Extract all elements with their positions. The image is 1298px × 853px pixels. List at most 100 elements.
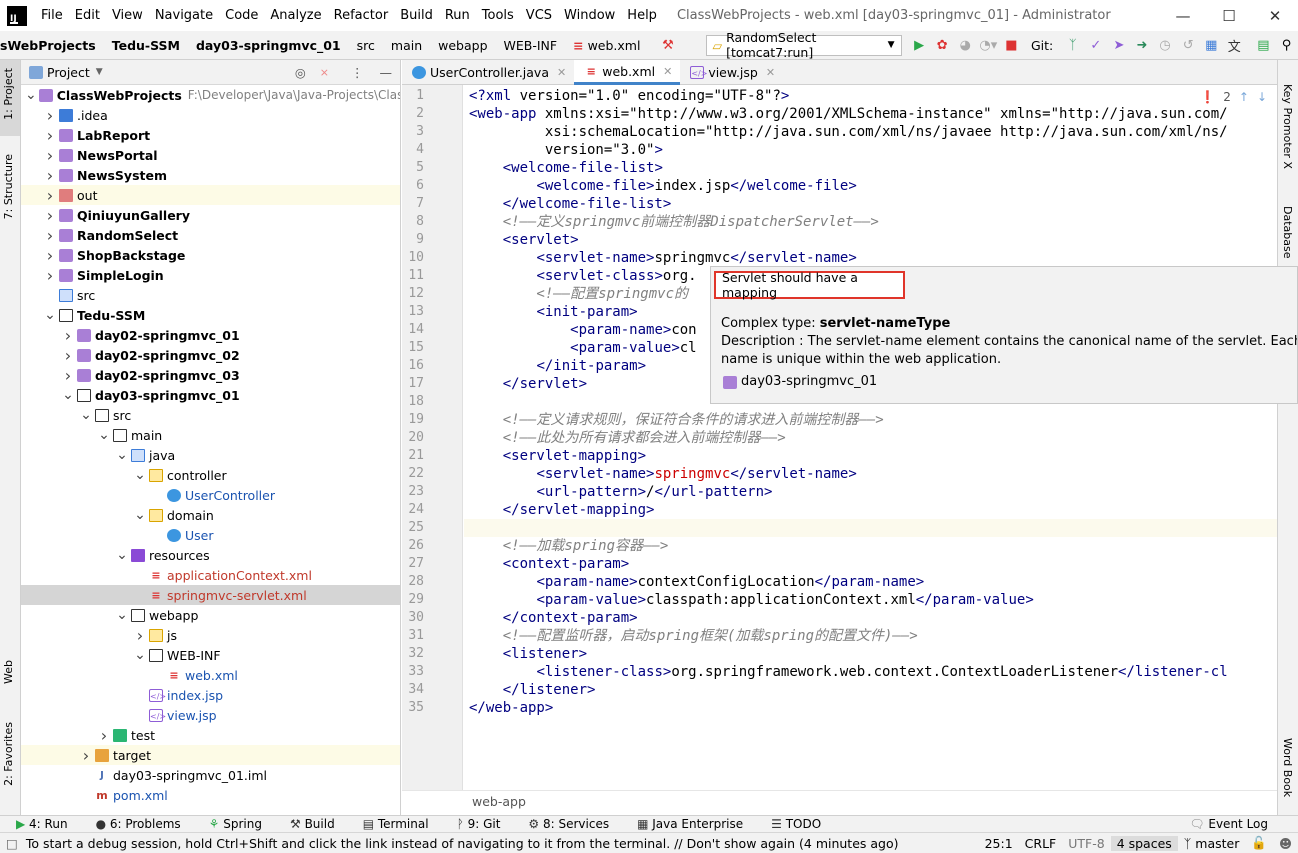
- code-line[interactable]: <param-name>con: [469, 321, 696, 339]
- chevron-right-icon[interactable]: ›: [79, 746, 93, 765]
- menu-item-run[interactable]: Run: [439, 8, 476, 23]
- tool-window-java-enterprise[interactable]: ▦ Java Enterprise: [621, 817, 755, 831]
- code-line[interactable]: <!——加载spring容器——>: [469, 537, 669, 555]
- project-panel-title[interactable]: Project: [47, 65, 90, 80]
- menu-item-file[interactable]: File: [35, 8, 69, 23]
- menu-item-code[interactable]: Code: [219, 8, 264, 23]
- coverage-icon[interactable]: ◕: [956, 34, 975, 56]
- chevron-right-icon[interactable]: ›: [61, 346, 75, 365]
- code-line[interactable]: <param-name>contextConfigLocation</param…: [469, 573, 924, 591]
- menu-item-tools[interactable]: Tools: [476, 8, 520, 23]
- tree-item[interactable]: UserController: [21, 485, 400, 505]
- menu-item-vcs[interactable]: VCS: [520, 8, 558, 23]
- tree-item[interactable]: ⌄ WEB-INF: [21, 645, 400, 665]
- code-line[interactable]: <servlet>: [469, 231, 579, 249]
- menu-item-build[interactable]: Build: [394, 8, 439, 23]
- code-editor[interactable]: 1 2 3 4 5 6 7 8 9 10 11 12 13 14 15 16 17 18 19 20 21 22 23 24 2…: [402, 85, 1277, 790]
- code-line[interactable]: <servlet-name>springmvc</servlet-name>: [469, 249, 856, 267]
- git-commit-icon[interactable]: ✓: [1086, 34, 1105, 56]
- close-tab-icon[interactable]: ✕: [557, 66, 566, 79]
- close-tab-icon[interactable]: ✕: [766, 66, 775, 79]
- tree-item[interactable]: ≡ applicationContext.xml: [21, 565, 400, 585]
- code-line[interactable]: <!——此处为所有请求都会进入前端控制器——>: [469, 429, 786, 447]
- code-line[interactable]: <welcome-file-list>: [469, 159, 663, 177]
- hammer-icon[interactable]: ⚒: [658, 34, 677, 56]
- word-book-tool-tab[interactable]: Word Book: [1281, 738, 1294, 797]
- code-line[interactable]: </listener>: [469, 681, 596, 699]
- git-branch[interactable]: ᛉ master: [1178, 836, 1246, 851]
- tab-user-controller[interactable]: UserController.java ✕: [402, 60, 574, 85]
- code-line[interactable]: [464, 519, 1277, 537]
- chevron-down-icon[interactable]: ⌄: [133, 468, 147, 482]
- chevron-right-icon[interactable]: ›: [61, 366, 75, 385]
- code-line[interactable]: <welcome-file>index.jsp</welcome-file>: [469, 177, 856, 195]
- tab-web-xml[interactable]: ≡ web.xml ✕: [574, 60, 681, 85]
- rollback-icon[interactable]: ↺: [1179, 34, 1198, 56]
- git-update-icon[interactable]: ᛉ: [1063, 34, 1082, 56]
- menu-item-navigate[interactable]: Navigate: [149, 8, 219, 23]
- git-push-icon[interactable]: ➤: [1109, 34, 1128, 56]
- code-line[interactable]: <web-app xmlns:xsi="http://www.w3.org/20…: [469, 105, 1228, 123]
- notifications-icon[interactable]: ☻: [1273, 836, 1298, 851]
- tool-window-services[interactable]: ⚙ 8: Services: [512, 817, 621, 831]
- code-line[interactable]: <init-param>: [469, 303, 637, 321]
- chevron-down-icon[interactable]: ⌄: [43, 308, 57, 322]
- tree-item[interactable]: ⌄ main: [21, 425, 400, 445]
- tree-item[interactable]: ⌄ src: [21, 405, 400, 425]
- collapse-all-icon[interactable]: ⨯: [320, 66, 329, 79]
- code-line[interactable]: <param-value>classpath:applicationContex…: [469, 591, 1033, 609]
- project-tool-tab[interactable]: 1: Project: [2, 68, 15, 120]
- tree-item[interactable]: </> view.jsp: [21, 705, 400, 725]
- code-line[interactable]: version="3.0">: [469, 141, 663, 159]
- hide-panel-icon[interactable]: —: [380, 65, 393, 80]
- chevron-right-icon[interactable]: ›: [61, 326, 75, 345]
- chevron-down-icon[interactable]: ⌄: [133, 508, 147, 522]
- menu-item-edit[interactable]: Edit: [69, 8, 106, 23]
- tree-item[interactable]: › QiniuyunGallery: [21, 205, 400, 225]
- key-promoter-tool-tab[interactable]: Key Promoter X: [1281, 84, 1294, 169]
- breadcrumb-web-app[interactable]: web-app: [472, 794, 526, 809]
- tool-window-todo[interactable]: ☰ TODO: [755, 817, 833, 831]
- code-line[interactable]: <!——配置springmvc的: [469, 285, 688, 303]
- translate-icon[interactable]: 文: [1225, 34, 1244, 56]
- previous-problem-icon[interactable]: ↑: [1239, 90, 1249, 104]
- menu-item-refactor[interactable]: Refactor: [328, 8, 395, 23]
- favorites-tool-tab[interactable]: 2: Favorites: [2, 722, 15, 786]
- file-encoding[interactable]: UTF-8: [1062, 836, 1110, 851]
- chevron-right-icon[interactable]: ›: [43, 146, 57, 165]
- tool-window-spring[interactable]: ⚘ Spring: [193, 817, 274, 831]
- code-line[interactable]: <param-value>cl: [469, 339, 696, 357]
- tree-item[interactable]: User: [21, 525, 400, 545]
- code-line[interactable]: <servlet-class>org.: [469, 267, 696, 285]
- breadcrumb-webapp[interactable]: webapp: [430, 38, 495, 53]
- chevron-down-icon[interactable]: ⌄: [115, 448, 129, 462]
- chevron-right-icon[interactable]: ›: [97, 726, 111, 745]
- chevron-right-icon[interactable]: ›: [43, 166, 57, 185]
- tree-item[interactable]: </> index.jsp: [21, 685, 400, 705]
- breadcrumb-module[interactable]: day03-springmvc_01: [188, 38, 349, 53]
- code-line[interactable]: <servlet-mapping>: [469, 447, 646, 465]
- terminal-toolbar-icon[interactable]: ▤: [1254, 34, 1273, 56]
- chevron-right-icon[interactable]: ›: [43, 266, 57, 285]
- chevron-right-icon[interactable]: ›: [133, 626, 147, 645]
- web-tool-tab[interactable]: Web: [2, 660, 15, 684]
- tree-item[interactable]: ≡ web.xml: [21, 665, 400, 685]
- tree-item[interactable]: m pom.xml: [21, 785, 400, 805]
- chevron-down-icon[interactable]: ⌄: [79, 408, 93, 422]
- code-line[interactable]: </welcome-file-list>: [469, 195, 672, 213]
- tree-item[interactable]: Jday03-springmvc_01.iml: [21, 765, 400, 785]
- maximize-icon[interactable]: ☐: [1206, 7, 1252, 25]
- code-line[interactable]: <!——定义请求规则，保证符合条件的请求进入前端控制器——>: [469, 411, 884, 429]
- code-line[interactable]: <servlet-name>springmvc</servlet-name>: [469, 465, 856, 483]
- breadcrumb-main[interactable]: main: [383, 38, 430, 53]
- chevron-down-icon[interactable]: ▼: [96, 67, 103, 77]
- tree-item[interactable]: ⌄ resources: [21, 545, 400, 565]
- tree-item[interactable]: ⌄ controller: [21, 465, 400, 485]
- tree-item[interactable]: › SimpleLogin: [21, 265, 400, 285]
- chevron-right-icon[interactable]: ›: [43, 126, 57, 145]
- breadcrumb-project[interactable]: sWebProjects: [0, 38, 104, 53]
- code-line[interactable]: <listener-class>org.springframework.web.…: [469, 663, 1227, 681]
- problem-indicator[interactable]: ❗ 2 ↑ ↓: [1200, 90, 1267, 104]
- code-line[interactable]: </web-app>: [469, 699, 553, 717]
- tool-window-problems[interactable]: ● 6: Problems: [80, 817, 193, 831]
